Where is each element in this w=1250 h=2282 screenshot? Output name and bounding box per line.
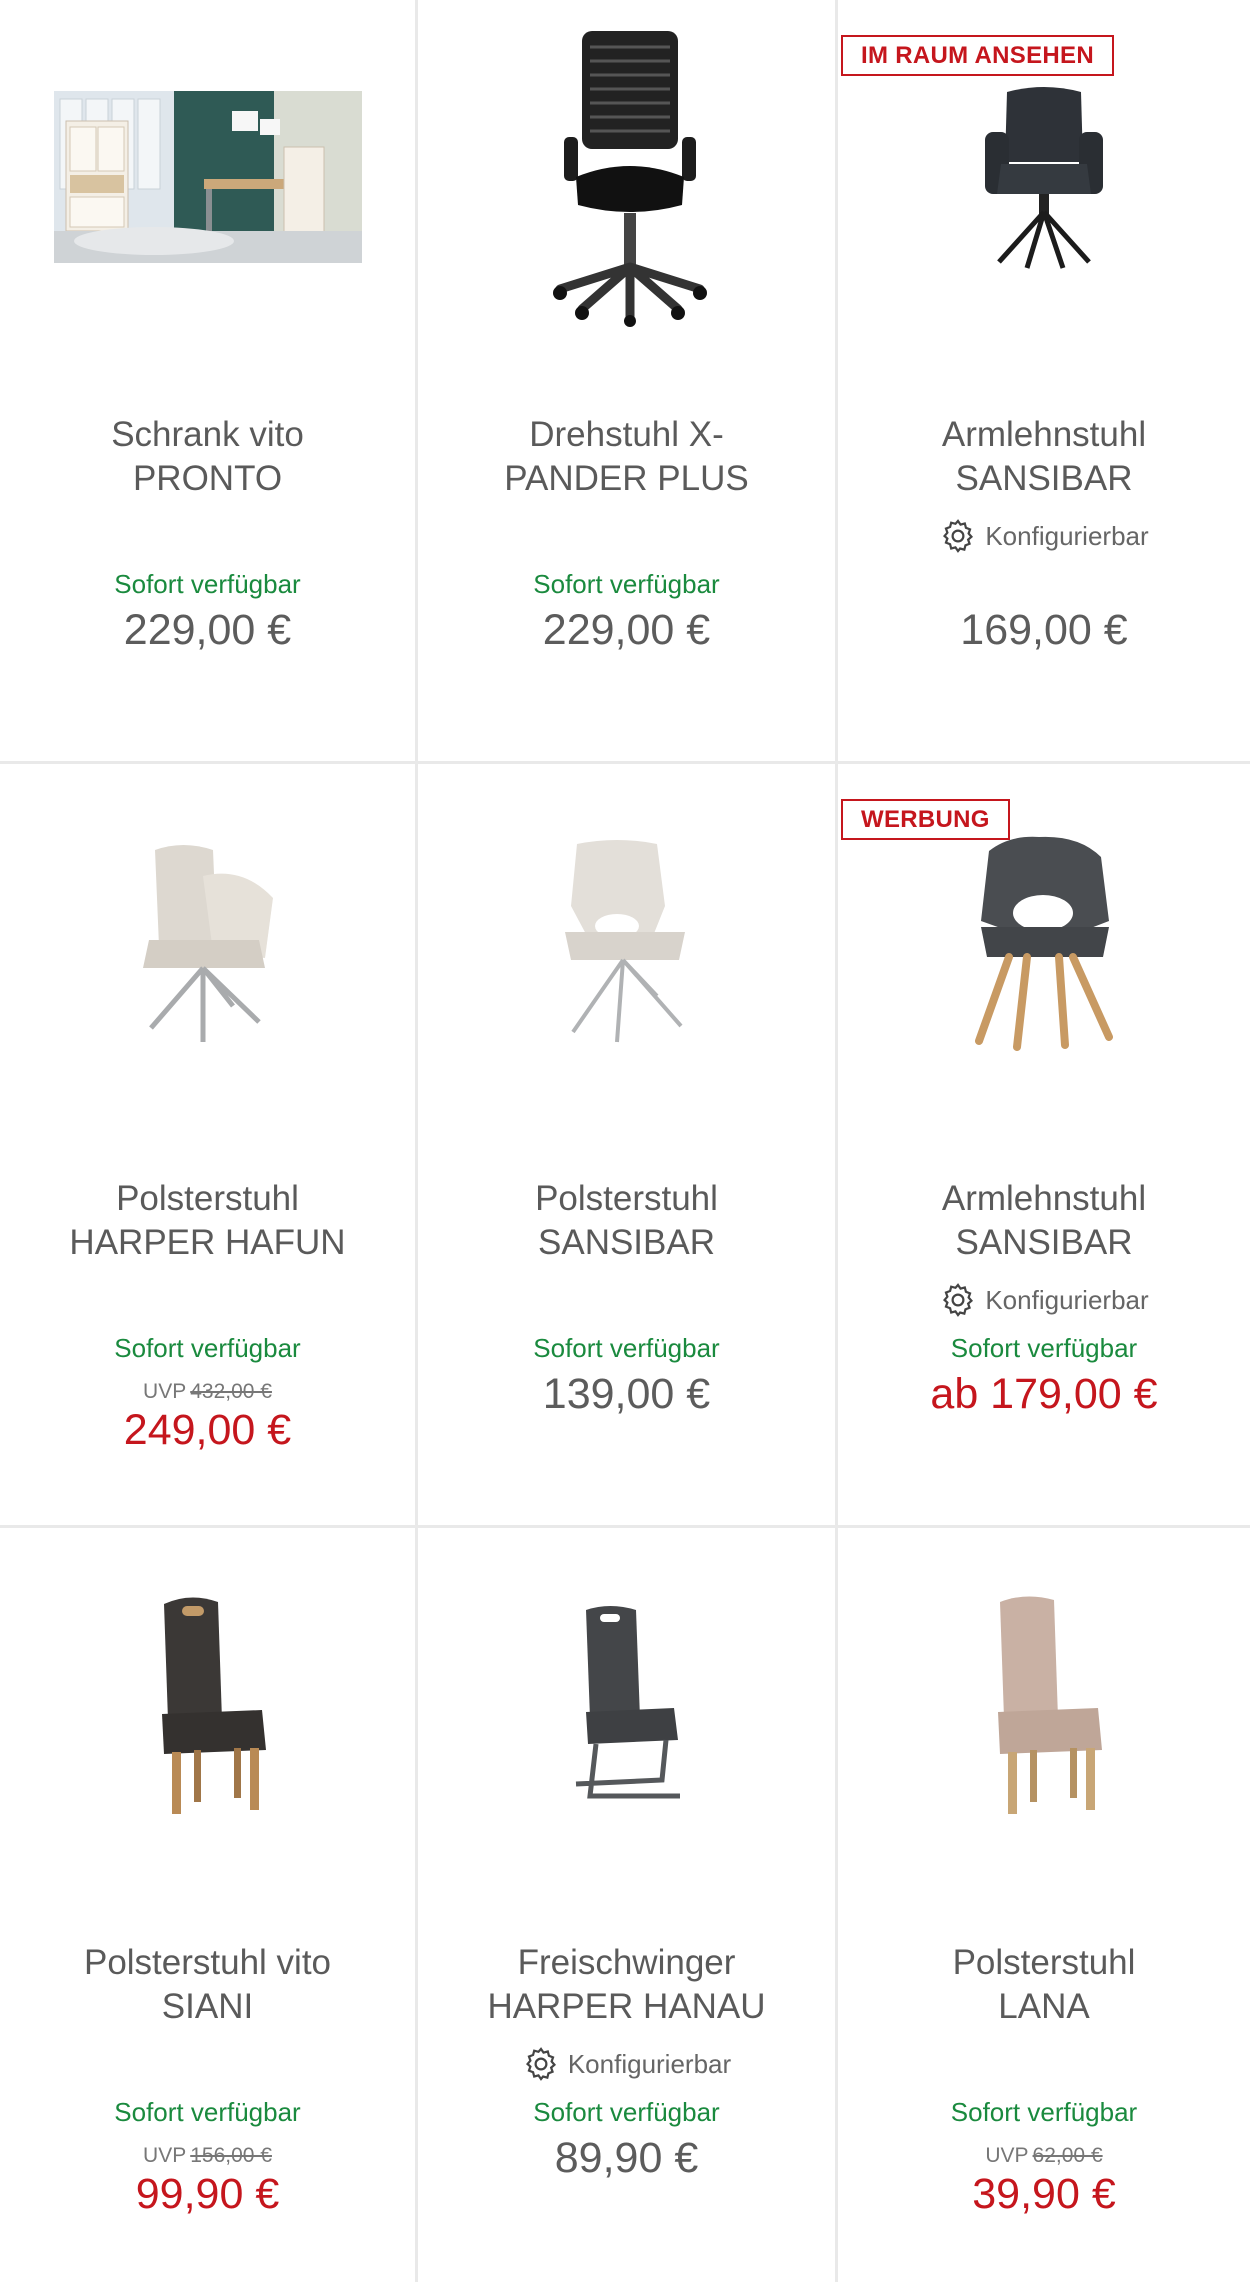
uvp-price: UVP 156,00 € (143, 2144, 272, 2167)
product-image[interactable] (418, 786, 835, 1096)
uvp-price: UVP 432,00 € (143, 1380, 272, 1403)
availability-label: Sofort verfügbar (114, 569, 301, 599)
product-card[interactable]: WERBUNG Armlehnstuhl SANSIBAR Konfigurie… (838, 764, 1250, 1919)
product-card[interactable]: Polsterstuhl SANSIBAR Sofort verfügbar 1… (418, 764, 838, 1528)
price: 139,00 € (542, 1370, 711, 1418)
uvp-price: UVP 62,00 € (985, 2144, 1103, 2167)
availability-label: Sofort verfügbar (533, 2097, 720, 2127)
product-image[interactable] (838, 786, 1250, 1096)
product-card[interactable]: Polsterstuhl HARPER HAFUN Sofort verfügb… (0, 764, 418, 1528)
availability-label: Sofort verfügbar (114, 2097, 301, 2127)
configurable-label: Konfigurierbar (418, 2045, 835, 2083)
product-card[interactable]: Polsterstuhl LANA Sofort verfügbar UVP 62… (838, 1528, 1250, 2282)
availability-label: Sofort verfügbar (533, 569, 720, 599)
sale-price: 99,90 € (135, 2170, 280, 2218)
product-image[interactable] (0, 22, 415, 332)
product-card[interactable]: Polsterstuhl vito SIANI Sofort verfügbar… (0, 1528, 418, 2282)
product-name[interactable]: Schrank vito PRONTO (14, 413, 401, 501)
product-image[interactable] (0, 1550, 415, 1860)
configurable-label: Konfigurierbar (838, 1281, 1250, 1319)
product-name[interactable]: Armlehnstuhl SANSIBAR (852, 1177, 1236, 1265)
product-name[interactable]: Armlehnstuhl SANSIBAR (852, 413, 1236, 501)
gear-icon (943, 519, 974, 553)
sale-price: 249,00 € (123, 1406, 292, 1454)
availability-label: Sofort verfügbar (950, 1333, 1138, 1363)
product-card[interactable]: Drehstuhl X- PANDER PLUS Sofort verfügba… (418, 0, 838, 764)
product-name[interactable]: Polsterstuhl vito SIANI (14, 1941, 401, 2029)
product-image[interactable] (0, 786, 415, 1096)
price: 229,00 € (542, 606, 711, 654)
price: 169,00 € (960, 606, 1128, 654)
gear-icon (943, 1283, 974, 1317)
product-name[interactable]: Polsterstuhl SANSIBAR (432, 1177, 821, 1265)
product-name[interactable]: Drehstuhl X- PANDER PLUS (432, 413, 821, 501)
availability-label: Sofort verfügbar (950, 2097, 1138, 2127)
availability-label: Sofort verfügbar (533, 1333, 720, 1363)
product-name[interactable]: Polsterstuhl HARPER HAFUN (14, 1177, 401, 1265)
product-image[interactable] (418, 22, 835, 332)
gear-icon (525, 2047, 556, 2081)
product-name[interactable]: Freischwinger HARPER HANAU (432, 1941, 821, 2029)
price: 89,90 € (554, 2134, 699, 2182)
product-image[interactable] (838, 1550, 1250, 1860)
product-name[interactable]: Polsterstuhl LANA (852, 1941, 1236, 2029)
price: ab 179,00 € (930, 1370, 1158, 1418)
product-card[interactable]: IM RAUM ANSEHEN Armlehnstuhl SANSIBAR Ko… (838, 0, 1250, 764)
availability-label: Sofort verfügbar (114, 1333, 301, 1363)
price: 229,00 € (123, 606, 292, 654)
product-card[interactable]: Schrank vito PRONTO Sofort verfügbar 229… (0, 0, 418, 764)
configurable-label: Konfigurierbar (838, 517, 1250, 555)
sale-price: 39,90 € (972, 2170, 1116, 2218)
product-card[interactable]: Freischwinger HARPER HANAU Konfigurierba… (418, 1528, 838, 2282)
product-image[interactable] (418, 1550, 835, 1860)
product-grid: Schrank vito PRONTO Sofort verfügbar 229… (0, 0, 1250, 2282)
product-image[interactable] (838, 22, 1250, 332)
